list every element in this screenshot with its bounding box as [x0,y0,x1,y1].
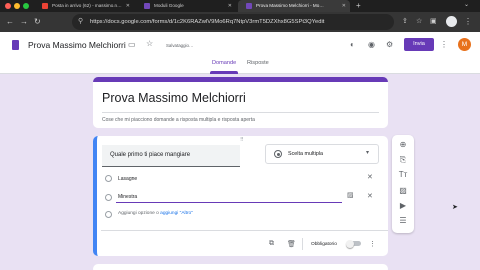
title-underline [102,112,379,113]
duplicate-icon[interactable]: ⧉ [269,240,274,248]
address-bar[interactable]: https://docs.google.com/forms/d/1c2K6RAZ… [72,14,394,30]
add-other-link[interactable]: aggiungi "Altro" [160,211,193,216]
dropdown-arrow-icon: ▾ [366,150,370,156]
option-radio [105,211,112,218]
drag-handle-icon[interactable]: ⠿ [240,137,244,143]
back-icon[interactable]: ← [6,17,14,27]
floating-toolbar: ⊕ ⎘ Tт ▨ ▶ ☰ [392,135,414,233]
add-video-icon[interactable]: ▶ [397,200,409,212]
active-tab-indicator [210,71,238,74]
browser-tab-mail[interactable]: Posta in arrivo (62) - massimo.n… ✕ [34,0,134,12]
required-toggle[interactable] [346,239,361,248]
or-label: o [156,211,159,216]
browser-tab-forms[interactable]: Moduli Google ✕ [136,0,236,12]
zoom-window-button[interactable] [23,3,29,9]
add-image-icon[interactable]: ▨ [347,191,354,199]
browser-menu-icon[interactable]: ⋮ [464,17,472,27]
option-radio [105,175,112,182]
lock-icon: ⚲ [78,18,84,25]
option-label[interactable]: Minestra [118,194,137,200]
form-title[interactable]: Prova Massimo Melchiorri [102,91,246,105]
form-title-card: Prova Massimo Melchiorri Cose che mi pia… [93,77,388,128]
add-title-icon[interactable]: Tт [397,169,409,181]
new-tab-button[interactable]: + [356,1,361,10]
url-text: https://docs.google.com/forms/d/1c2K6RAZ… [90,19,325,25]
account-avatar[interactable]: M [458,38,471,51]
question-more-icon[interactable]: ⋮ [369,240,376,248]
question-type-label: Scelta multipla [288,151,324,157]
add-section-icon[interactable]: ☰ [397,215,409,227]
tab-label: Posta in arrivo (62) - massimo.n… [52,3,122,8]
tab-questions[interactable]: Domande [212,60,236,66]
reload-icon[interactable]: ↻ [34,17,41,27]
question-type-select[interactable]: Scelta multipla ▾ [265,144,379,164]
close-tab-icon[interactable]: ✕ [342,3,346,9]
forward-icon[interactable]: → [20,17,28,27]
radio-type-icon [274,150,282,158]
add-option-link[interactable]: Aggiungi opzione [118,211,155,216]
required-label: Obbligatorio [311,242,337,247]
close-window-button[interactable] [5,3,11,9]
delete-trash-icon[interactable]: 🗑 [287,240,296,248]
footer-separator [302,238,303,250]
saving-status: Salvataggio… [166,43,194,48]
share-icon[interactable]: ⇪ [402,17,408,27]
close-tab-icon[interactable]: ✕ [228,3,232,9]
extensions-icon[interactable]: ▣ [430,17,437,27]
profile-avatar[interactable] [446,16,457,27]
option-radio [105,194,112,201]
forms-icon [246,3,252,9]
tab-search-icon[interactable]: ⌄ [464,1,469,8]
tab-label: Moduli Google [154,3,184,8]
tab-label: Prova Massimo Melchiorri - Mo… [256,3,324,8]
close-tab-icon[interactable]: ✕ [126,3,130,9]
question-card: ⠿ Quale primo ti piace mangiare Scelta m… [93,136,388,256]
footer-divider [101,230,388,231]
browser-tab-active[interactable]: Prova Massimo Melchiorri - Mo… ✕ [238,0,350,12]
form-tabs-bar [0,58,480,74]
document-title[interactable]: Prova Massimo Melchiorri [28,40,126,50]
add-option-row: Aggiungi opzione o aggiungi "Altro" [118,211,193,216]
settings-gear-icon[interactable]: ⚙ [386,40,393,50]
question-text: Quale primo ti piace mangiare [110,152,191,158]
more-options-icon[interactable]: ⋮ [440,40,448,50]
gmail-icon [42,3,48,9]
bookmark-star-icon[interactable]: ☆ [416,17,422,27]
star-icon[interactable]: ☆ [146,39,153,49]
add-question-icon[interactable]: ⊕ [397,139,409,151]
option-focus-underline [116,202,342,203]
preview-eye-icon[interactable]: ◉ [368,40,375,50]
add-image-icon[interactable]: ▨ [397,185,409,197]
import-questions-icon[interactable]: ⎘ [397,154,409,166]
question-input[interactable]: Quale primo ti piace mangiare [102,145,240,167]
folder-icon[interactable]: ▭ [128,40,136,50]
option-label[interactable]: Lasagne [118,176,137,182]
form-description[interactable]: Cose che mi piacciono domande a risposta… [102,117,255,123]
forms-logo-icon[interactable] [12,40,19,50]
tab-responses[interactable]: Risposte [247,60,269,66]
customize-theme-icon[interactable]: ◐ [350,40,355,50]
next-question-card [93,264,388,270]
send-button[interactable]: Invia [404,38,434,51]
remove-option-icon[interactable]: ✕ [367,192,373,200]
remove-option-icon[interactable]: ✕ [367,173,373,181]
minimize-window-button[interactable] [14,3,20,9]
mouse-cursor-icon: ➤ [452,204,458,211]
forms-icon [144,3,150,9]
